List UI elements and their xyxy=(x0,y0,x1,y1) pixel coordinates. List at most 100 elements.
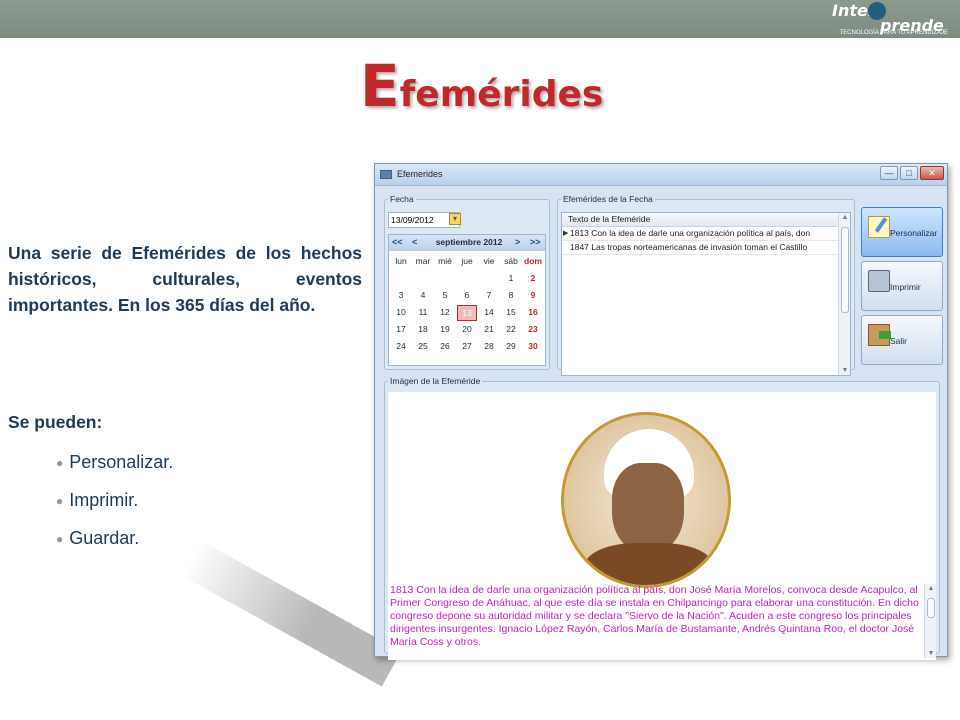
feature-item: ● Imprimir. xyxy=(56,490,173,528)
calendar-week-row: 10 11 12 13 14 15 16 xyxy=(391,305,545,321)
coat-shape xyxy=(584,543,714,585)
print-label: Imprimir xyxy=(890,282,921,292)
calendar-day[interactable]: 6 xyxy=(457,288,477,302)
grid-scrollbar[interactable]: ▲ ▼ xyxy=(838,213,850,375)
calendar-day[interactable]: 17 xyxy=(391,322,411,336)
prev-month-button[interactable]: < xyxy=(412,237,417,247)
weekday-header: lun mar mié jue vie sáb dom xyxy=(391,254,545,268)
calendar-day[interactable]: 16 xyxy=(523,305,543,319)
row-text: 1813 Con la idea de darle una organizaci… xyxy=(570,228,811,238)
weekday-label: jue xyxy=(461,256,473,266)
exit-button[interactable]: Salir xyxy=(861,315,943,365)
feature-label: Imprimir. xyxy=(69,490,139,510)
scroll-down-icon[interactable]: ▼ xyxy=(925,650,937,657)
portrait-image xyxy=(561,412,731,588)
calendar-day[interactable]: 22 xyxy=(501,322,521,336)
calendar-day[interactable]: 21 xyxy=(479,322,499,336)
window-titlebar[interactable]: Efemerides — □ ✕ xyxy=(375,164,947,186)
window-title: Efemerides xyxy=(397,169,443,179)
weekday-label: mié xyxy=(438,256,452,266)
feature-label: Guardar. xyxy=(69,528,140,548)
feature-list: ● Personalizar. ● Imprimir. ● Guardar. xyxy=(56,452,173,566)
feature-label: Personalizar. xyxy=(69,452,174,472)
table-row[interactable]: ▶ 1813 Con la idea de darle una organiza… xyxy=(562,227,840,241)
slide-title-rest: femérides xyxy=(399,74,604,115)
slide-description: Una serie de Efemérides de los hechos hi… xyxy=(8,243,362,315)
weekday-label: mar xyxy=(415,256,431,266)
grid-column-header[interactable]: Texto de la Efeméride xyxy=(562,213,840,227)
scroll-thumb[interactable] xyxy=(927,598,935,618)
decorative-shadow xyxy=(180,540,402,687)
calendar-day[interactable]: 24 xyxy=(391,339,411,353)
print-button[interactable]: Imprimir xyxy=(861,261,943,311)
calendar-day[interactable]: 3 xyxy=(391,288,411,302)
logo-tagline: TECNOLOGÍA PARA TU APRENDIZAJE xyxy=(839,30,948,36)
scroll-down-icon[interactable]: ▼ xyxy=(839,367,851,374)
calendar-day[interactable]: 10 xyxy=(391,305,411,319)
image-group-legend: Imágen de la Efeméride xyxy=(390,376,481,386)
calendar-header: << < septiembre 2012 > >> xyxy=(389,235,545,251)
minimize-button[interactable]: — xyxy=(880,166,898,180)
scroll-up-icon[interactable]: ▲ xyxy=(839,214,851,221)
bullet-icon: ● xyxy=(56,456,64,470)
calendar-day[interactable]: 2 xyxy=(523,271,543,285)
maximize-button[interactable]: □ xyxy=(900,166,918,180)
customize-button[interactable]: Personalizar xyxy=(861,207,943,257)
description-scrollbar[interactable]: ▲ ▼ xyxy=(924,584,936,658)
calendar-day[interactable]: 8 xyxy=(501,288,521,302)
scroll-thumb[interactable] xyxy=(841,227,849,313)
calendar-day[interactable]: 9 xyxy=(523,288,543,302)
calendar-day[interactable]: 4 xyxy=(413,288,433,302)
interaprende-logo: Inter prende TECNOLOGÍA PARA TU APRENDIZ… xyxy=(820,0,948,38)
exit-door-icon xyxy=(868,324,891,346)
exit-label: Salir xyxy=(890,336,908,346)
weekday-label: sáb xyxy=(504,256,518,266)
calendar-day[interactable]: 23 xyxy=(523,322,543,336)
calendar-day[interactable]: 1 xyxy=(501,271,521,285)
feature-item: ● Guardar. xyxy=(56,528,173,566)
calendar-day[interactable]: 30 xyxy=(523,339,543,353)
calendar-day[interactable]: 26 xyxy=(435,339,455,353)
date-group-legend: Fecha xyxy=(390,194,414,204)
efemerides-group: Efemérides de la Fecha Texto de la Efemé… xyxy=(557,194,855,376)
weekday-label: lun xyxy=(395,256,407,266)
calendar-day[interactable]: 11 xyxy=(413,305,433,319)
close-button[interactable]: ✕ xyxy=(920,166,944,180)
calendar-day[interactable]: 15 xyxy=(501,305,521,319)
efemeride-description[interactable]: 1813 Con la idea de darle una organizaci… xyxy=(390,584,926,658)
row-text: 1847 Las tropas norteamericanas de invas… xyxy=(570,242,808,252)
calendar-day[interactable]: 27 xyxy=(457,339,477,353)
calendar-week-row: 3456789 xyxy=(391,288,545,302)
calendar-day[interactable]: 29 xyxy=(501,339,521,353)
calendar-month-label: septiembre 2012 xyxy=(435,237,503,247)
calendar-dropdown-icon[interactable]: ▾ xyxy=(449,213,461,225)
calendar-day[interactable]: 12 xyxy=(435,305,455,319)
calendar-day[interactable]: 7 xyxy=(479,288,499,302)
next-year-button[interactable]: >> xyxy=(530,237,541,247)
efemerides-window: Efemerides — □ ✕ Fecha 13/09/2012 ▾ << <… xyxy=(374,163,948,660)
calendar-day[interactable]: 28 xyxy=(479,339,499,353)
calendar-day[interactable]: 5 xyxy=(435,288,455,302)
calendar-day[interactable]: 18 xyxy=(413,322,433,336)
efemerides-grid: Texto de la Efeméride ▶ 1813 Con la idea… xyxy=(561,212,851,376)
face-shape xyxy=(612,463,684,553)
prev-year-button[interactable]: << xyxy=(392,237,403,247)
calendar-day[interactable]: 20 xyxy=(457,322,477,336)
customize-label: Personalizar xyxy=(890,228,938,238)
top-banner: Inter prende TECNOLOGÍA PARA TU APRENDIZ… xyxy=(0,0,960,38)
efemeride-image-panel: 1813 Con la idea de darle una organizaci… xyxy=(388,392,936,660)
calendar-week-row: 12 xyxy=(391,271,545,285)
weekday-label: vie xyxy=(483,256,495,266)
next-month-button[interactable]: > xyxy=(515,237,520,247)
calendar-day[interactable]: 14 xyxy=(479,305,499,319)
calendar-day[interactable]: 25 xyxy=(413,339,433,353)
table-row[interactable]: 1847 Las tropas norteamericanas de invas… xyxy=(562,241,840,255)
efemerides-group-legend: Efemérides de la Fecha xyxy=(563,194,653,204)
month-calendar: << < septiembre 2012 > >> lun mar mié ju… xyxy=(388,234,546,366)
slide-title-initial: E xyxy=(360,52,400,120)
calendar-day-selected[interactable]: 13 xyxy=(457,305,477,321)
window-icon xyxy=(380,170,392,179)
calendar-day[interactable]: 19 xyxy=(435,322,455,336)
scroll-up-icon[interactable]: ▲ xyxy=(925,585,937,592)
feature-item: ● Personalizar. xyxy=(56,452,173,490)
